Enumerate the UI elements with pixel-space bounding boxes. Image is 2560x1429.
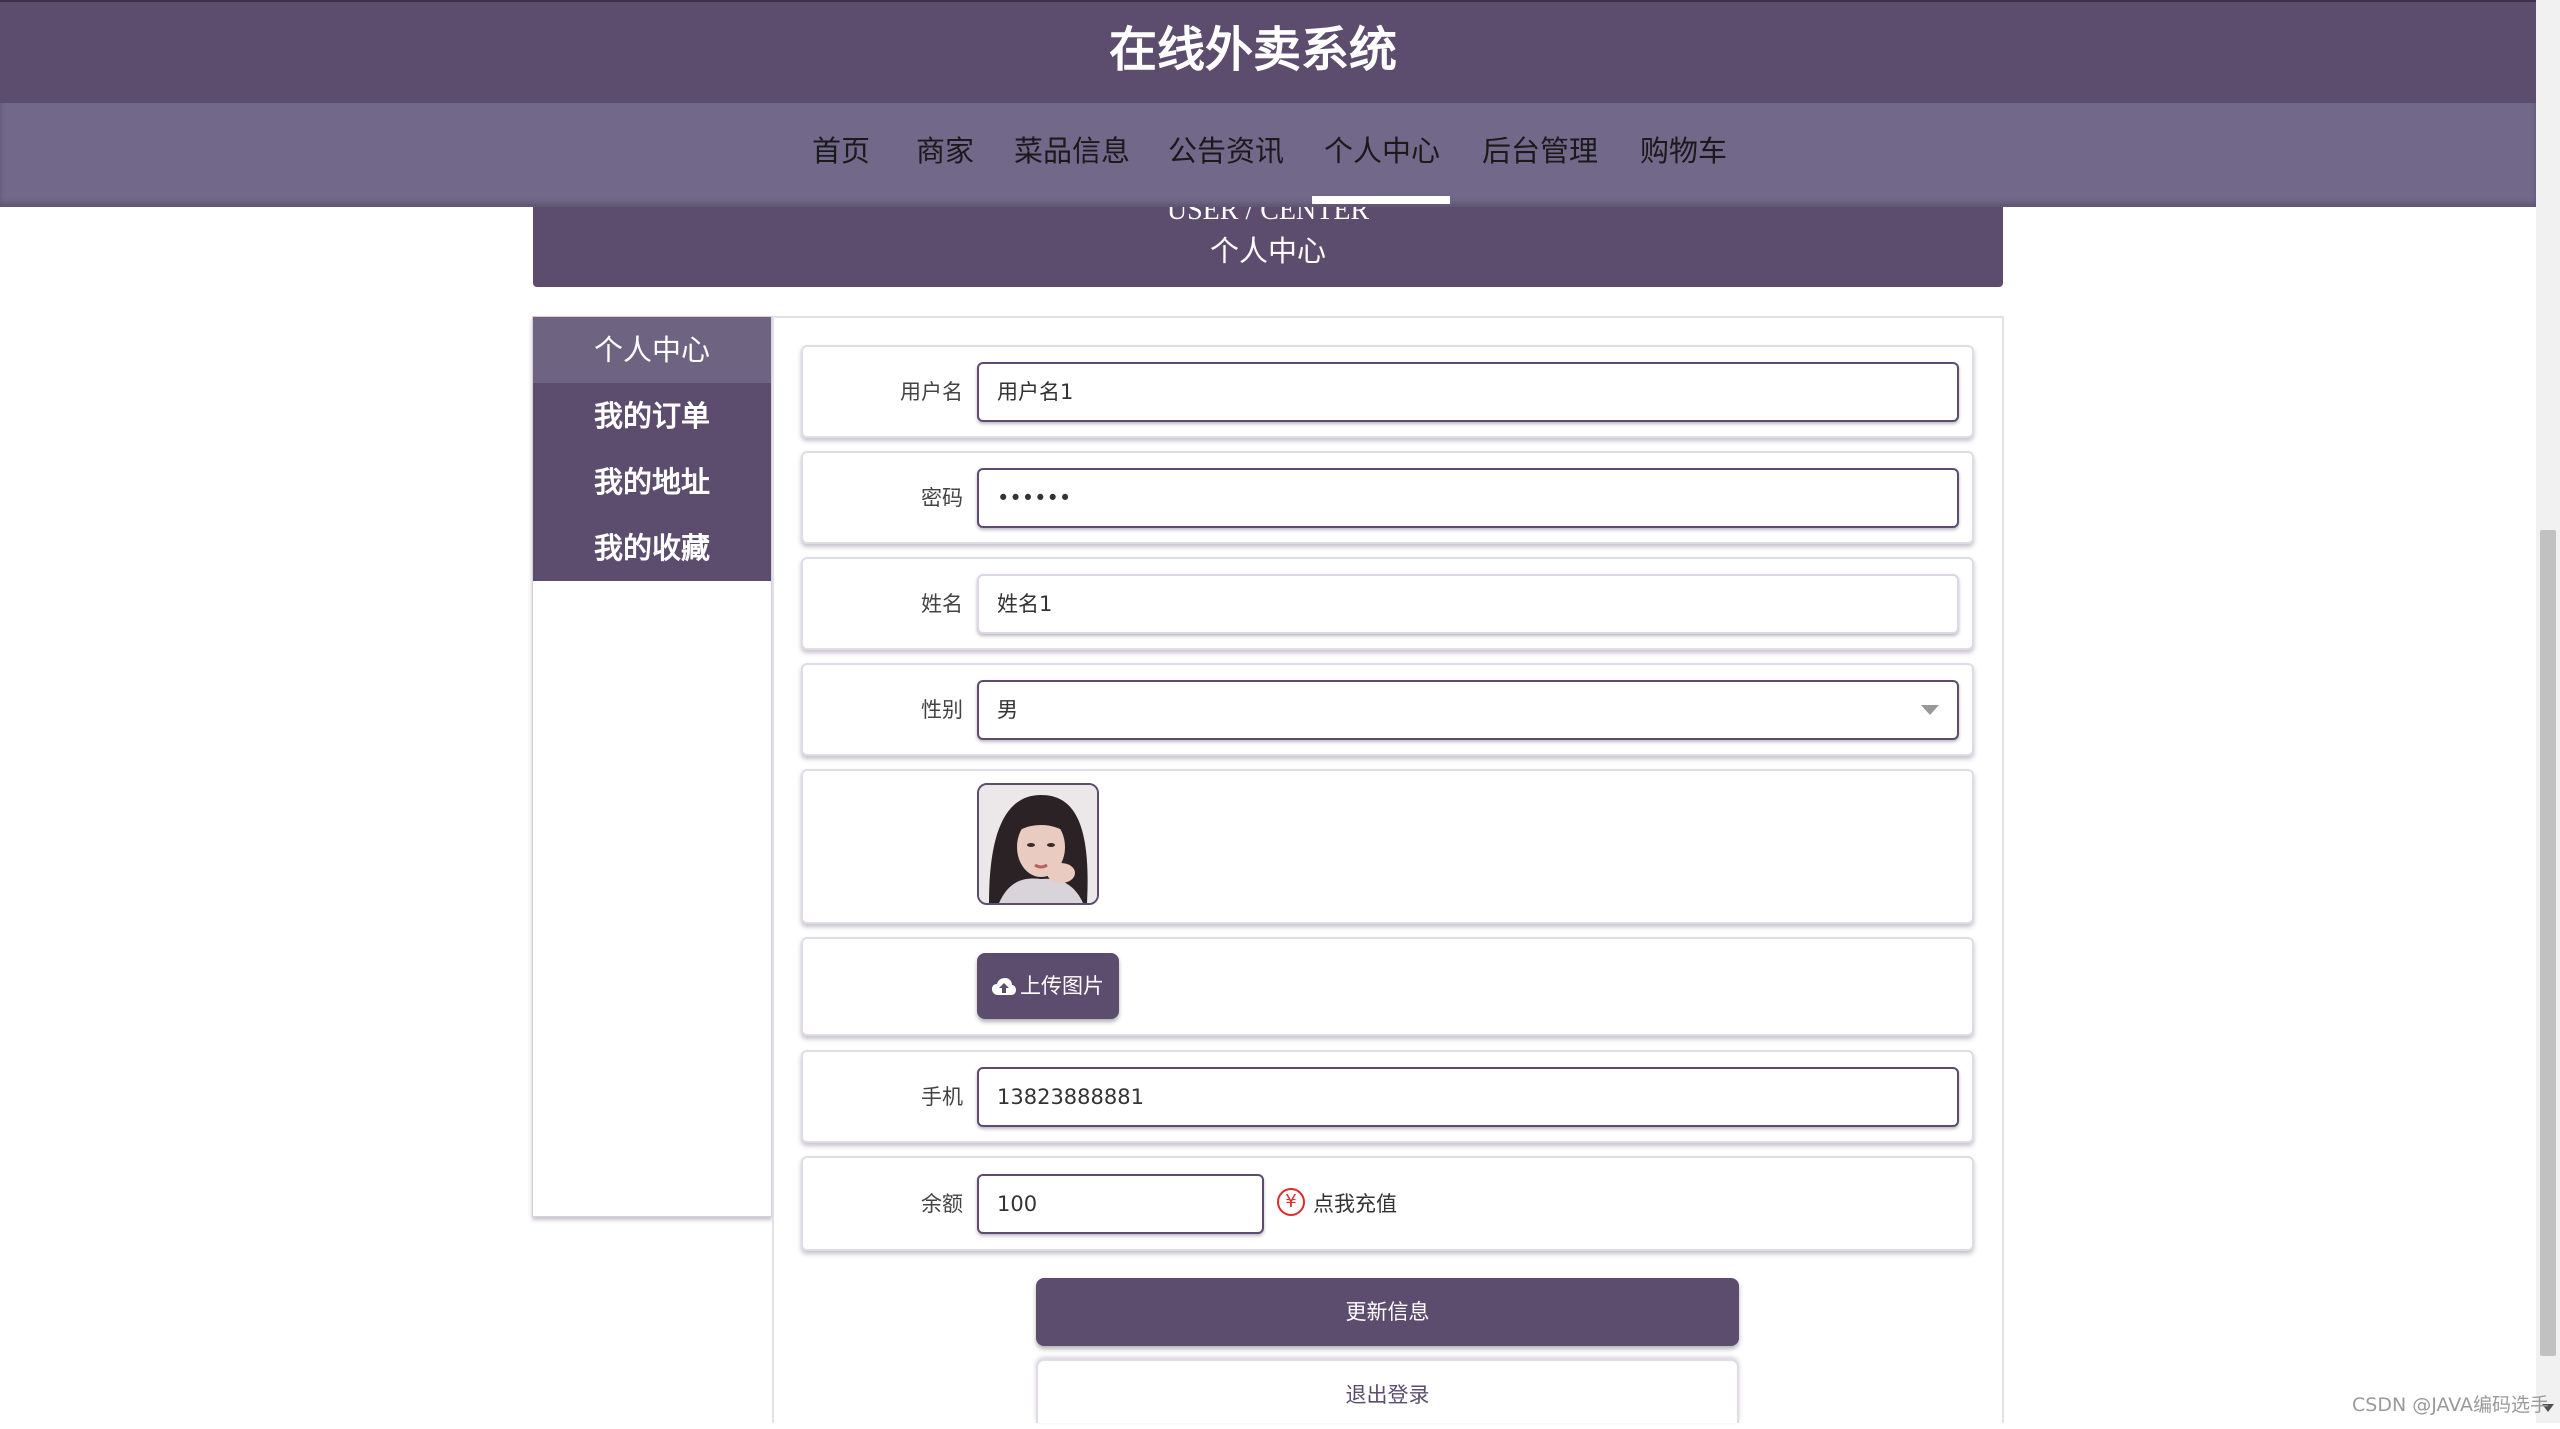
watermark: CSDN @JAVA编码选手 <box>2352 1394 2550 1416</box>
sidebar-item-addresses[interactable]: 我的地址 <box>533 449 771 515</box>
phone-row: 手机 13823888881 <box>801 1050 1974 1143</box>
username-row: 用户名 用户名1 <box>801 345 1974 438</box>
avatar-image <box>977 783 1099 905</box>
nav-item-merchants[interactable]: 商家 <box>916 129 974 173</box>
nav-item-home[interactable]: 首页 <box>812 129 870 173</box>
balance-label: 余额 <box>921 1192 963 1216</box>
sidebar-item-user-center[interactable]: 个人中心 <box>533 317 771 383</box>
avatar-row <box>801 769 1974 924</box>
gender-select[interactable]: 男 <box>977 680 1959 740</box>
password-row: 密码 •••••• <box>801 451 1974 544</box>
username-label: 用户名 <box>900 380 963 404</box>
sidebar-item-favorites[interactable]: 我的收藏 <box>533 515 771 581</box>
main-nav: 首页 商家 菜品信息 公告资讯 个人中心 后台管理 购物车 <box>0 103 2536 207</box>
gender-value: 男 <box>997 698 1018 722</box>
cloud-upload-icon <box>992 978 1016 995</box>
nav-item-dishes[interactable]: 菜品信息 <box>1014 129 1130 173</box>
user-sidebar: 个人中心 我的订单 我的地址 我的收藏 <box>532 316 772 1217</box>
name-label: 姓名 <box>921 592 963 616</box>
logout-button[interactable]: 退出登录 <box>1036 1359 1739 1423</box>
username-input[interactable]: 用户名1 <box>977 362 1959 422</box>
password-label: 密码 <box>921 486 963 510</box>
upload-image-button[interactable]: 上传图片 <box>977 953 1119 1019</box>
banner-title: 个人中心 <box>1209 234 1326 268</box>
site-title: 在线外卖系统 <box>1108 22 1397 78</box>
yen-icon: ¥ <box>1277 1188 1305 1216</box>
upload-image-label: 上传图片 <box>1020 974 1104 998</box>
nav-item-user-center[interactable]: 个人中心 <box>1324 129 1440 173</box>
nav-active-indicator <box>1312 196 1450 204</box>
nav-item-admin[interactable]: 后台管理 <box>1482 129 1598 173</box>
phone-label: 手机 <box>921 1085 963 1109</box>
section-banner: USER / CENTER 个人中心 <box>533 207 2003 287</box>
nav-item-news[interactable]: 公告资讯 <box>1168 129 1284 173</box>
site-header: 在线外卖系统 <box>0 0 2536 103</box>
name-input[interactable]: 姓名1 <box>977 574 1959 634</box>
banner-english-title: USER / CENTER <box>1166 207 1370 226</box>
upload-row: 上传图片 <box>801 937 1974 1036</box>
scrollbar-thumb[interactable] <box>2540 530 2556 1356</box>
update-info-button[interactable]: 更新信息 <box>1036 1278 1739 1346</box>
balance-row: 余额 100 ¥ 点我充值 <box>801 1156 1974 1251</box>
balance-input[interactable]: 100 <box>977 1174 1264 1234</box>
recharge-label: 点我充值 <box>1313 1192 1397 1216</box>
phone-input[interactable]: 13823888881 <box>977 1067 1959 1127</box>
name-row: 姓名 姓名1 <box>801 557 1974 650</box>
password-input[interactable]: •••••• <box>977 468 1959 528</box>
gender-label: 性别 <box>921 698 963 722</box>
nav-item-cart[interactable]: 购物车 <box>1640 129 1727 173</box>
chevron-down-icon <box>1921 705 1939 715</box>
gender-row: 性别 男 <box>801 663 1974 756</box>
sidebar-item-orders[interactable]: 我的订单 <box>533 383 771 449</box>
